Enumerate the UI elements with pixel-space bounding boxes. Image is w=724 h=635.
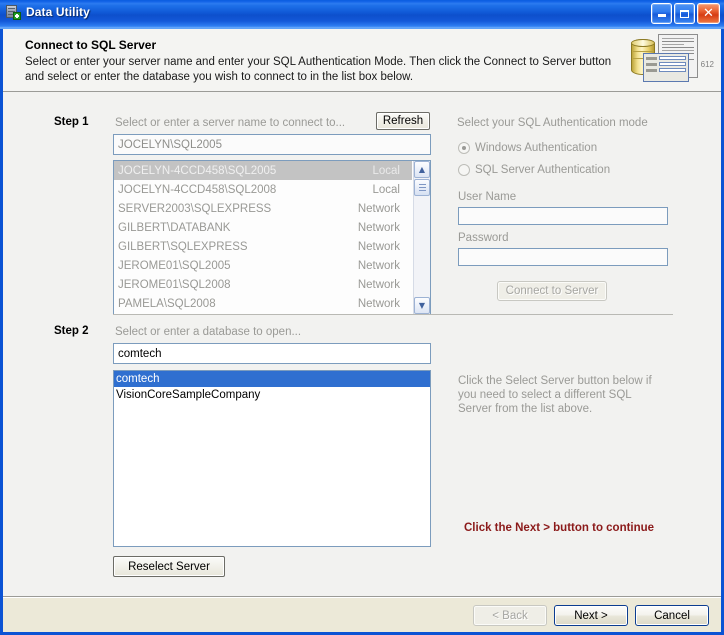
step1-caption: Select or enter a server name to connect… — [115, 117, 346, 129]
server-type: Network — [357, 240, 400, 253]
radio-icon — [458, 164, 470, 176]
list-item[interactable]: GILBERT\SQLEXPRESS Network — [114, 237, 412, 256]
scroll-down-icon[interactable]: ▼ — [414, 297, 430, 314]
password-label: Password — [458, 232, 509, 244]
select-server-hint: Click the Select Server button below if … — [458, 375, 652, 415]
server-name: PAMELA\SQL2008 — [118, 297, 216, 310]
server-name: JOCELYN-4CCD458\SQL2008 — [118, 183, 277, 196]
cancel-button[interactable]: Cancel — [635, 605, 709, 626]
list-item[interactable]: JEROME01\SQL2005 Network — [114, 256, 412, 275]
server-list-rows: JOCELYN-4CCD458\SQL2005 Local JOCELYN-4C… — [114, 161, 412, 314]
page-description: Select or enter your server name and ent… — [25, 56, 612, 83]
list-item[interactable]: PAMELA\SQL2008 Network — [114, 294, 412, 313]
wizard-header: Connect to SQL Server Select or enter yo… — [3, 29, 721, 92]
icon-number-label: 612 — [700, 60, 714, 69]
server-name: JOCELYN-4CCD458\SQL2005 — [118, 164, 277, 177]
wizard-footer: < Back Next > Cancel — [3, 596, 721, 632]
database-name-input[interactable]: comtech — [113, 343, 431, 364]
server-list-scrollbar[interactable]: ▲ ▼ — [413, 161, 430, 314]
section-divider — [113, 314, 673, 315]
auth-mode-title: Select your SQL Authentication mode — [457, 117, 648, 129]
server-type: Local — [372, 164, 401, 177]
next-button[interactable]: Next > — [554, 605, 628, 626]
radio-label: SQL Server Authentication — [475, 164, 611, 176]
connect-to-server-button[interactable]: Connect to Server — [497, 281, 607, 301]
wizard-body: Step 1 Select or enter a server name to … — [3, 92, 721, 596]
step1-label: Step 1 — [54, 116, 89, 128]
radio-windows-authentication[interactable]: Windows Authentication — [458, 142, 597, 154]
form-window-icon — [643, 53, 689, 82]
database-name-input-value: comtech — [118, 347, 162, 360]
radio-icon-checked — [458, 142, 470, 154]
server-database-add-icon — [5, 4, 21, 20]
server-type: Network — [357, 259, 400, 272]
server-name-input[interactable]: JOCELYN\SQL2005 — [113, 134, 431, 155]
username-label: User Name — [458, 191, 517, 203]
server-name-input-value: JOCELYN\SQL2005 — [118, 138, 222, 151]
server-name: JEROME01\SQL2005 — [118, 259, 231, 272]
list-item[interactable]: GILBERT\DATABANK Network — [114, 218, 412, 237]
back-button[interactable]: < Back — [473, 605, 547, 626]
reselect-server-button[interactable]: Reselect Server — [113, 556, 225, 577]
list-item[interactable]: VisionCoreSampleCompany — [114, 387, 430, 403]
application-window: Data Utility ✕ Connect to SQL Server Sel… — [0, 0, 724, 635]
scrollbar-thumb[interactable] — [414, 179, 430, 196]
username-input[interactable] — [458, 207, 668, 225]
list-item[interactable]: JOCELYN-4CCD458\SQL2008 Local — [114, 180, 412, 199]
server-type: Network — [357, 297, 400, 310]
database-name: VisionCoreSampleCompany — [116, 389, 261, 401]
password-input[interactable] — [458, 248, 668, 266]
refresh-button[interactable]: Refresh — [376, 112, 430, 130]
server-type: Network — [357, 278, 400, 291]
radio-label: Windows Authentication — [475, 142, 598, 154]
list-item[interactable]: JOCELYN-4CCD458\SQL2005 Local — [114, 161, 412, 180]
server-name: JEROME01\SQL2008 — [118, 278, 231, 291]
server-type: Network — [357, 221, 400, 234]
list-item[interactable]: comtech — [114, 371, 430, 387]
server-type: Network — [357, 202, 400, 215]
step2-caption: Select or enter a database to open... — [115, 326, 302, 338]
maximize-button[interactable] — [674, 3, 695, 24]
radio-sql-server-authentication[interactable]: SQL Server Authentication — [458, 164, 610, 176]
database-document-form-icon: 612 — [627, 34, 714, 88]
title-bar-left: Data Utility — [5, 4, 90, 20]
scroll-up-icon[interactable]: ▲ — [414, 161, 430, 178]
database-name: comtech — [116, 373, 160, 385]
minimize-button[interactable] — [651, 3, 672, 24]
window-controls: ✕ — [651, 3, 720, 24]
next-step-hint: Click the Next > button to continue — [464, 522, 655, 534]
server-name: SERVER2003\SQLEXPRESS — [118, 202, 272, 215]
close-button[interactable]: ✕ — [697, 3, 720, 24]
window-title: Data Utility — [26, 5, 90, 19]
page-title: Connect to SQL Server — [25, 38, 157, 52]
title-bar: Data Utility ✕ — [0, 0, 724, 29]
server-name: GILBERT\SQLEXPRESS — [118, 240, 248, 253]
list-item[interactable]: JEROME01\SQL2008 Network — [114, 275, 412, 294]
step2-label: Step 2 — [54, 325, 89, 337]
list-item[interactable]: SERVER2003\SQLEXPRESS Network — [114, 199, 412, 218]
server-type: Local — [372, 183, 401, 196]
database-list-rows: comtech VisionCoreSampleCompany — [114, 371, 430, 546]
database-list[interactable]: comtech VisionCoreSampleCompany — [113, 370, 431, 547]
server-list[interactable]: JOCELYN-4CCD458\SQL2005 Local JOCELYN-4C… — [113, 160, 431, 315]
server-name: GILBERT\DATABANK — [118, 221, 231, 234]
client-area: Connect to SQL Server Select or enter yo… — [3, 29, 721, 632]
